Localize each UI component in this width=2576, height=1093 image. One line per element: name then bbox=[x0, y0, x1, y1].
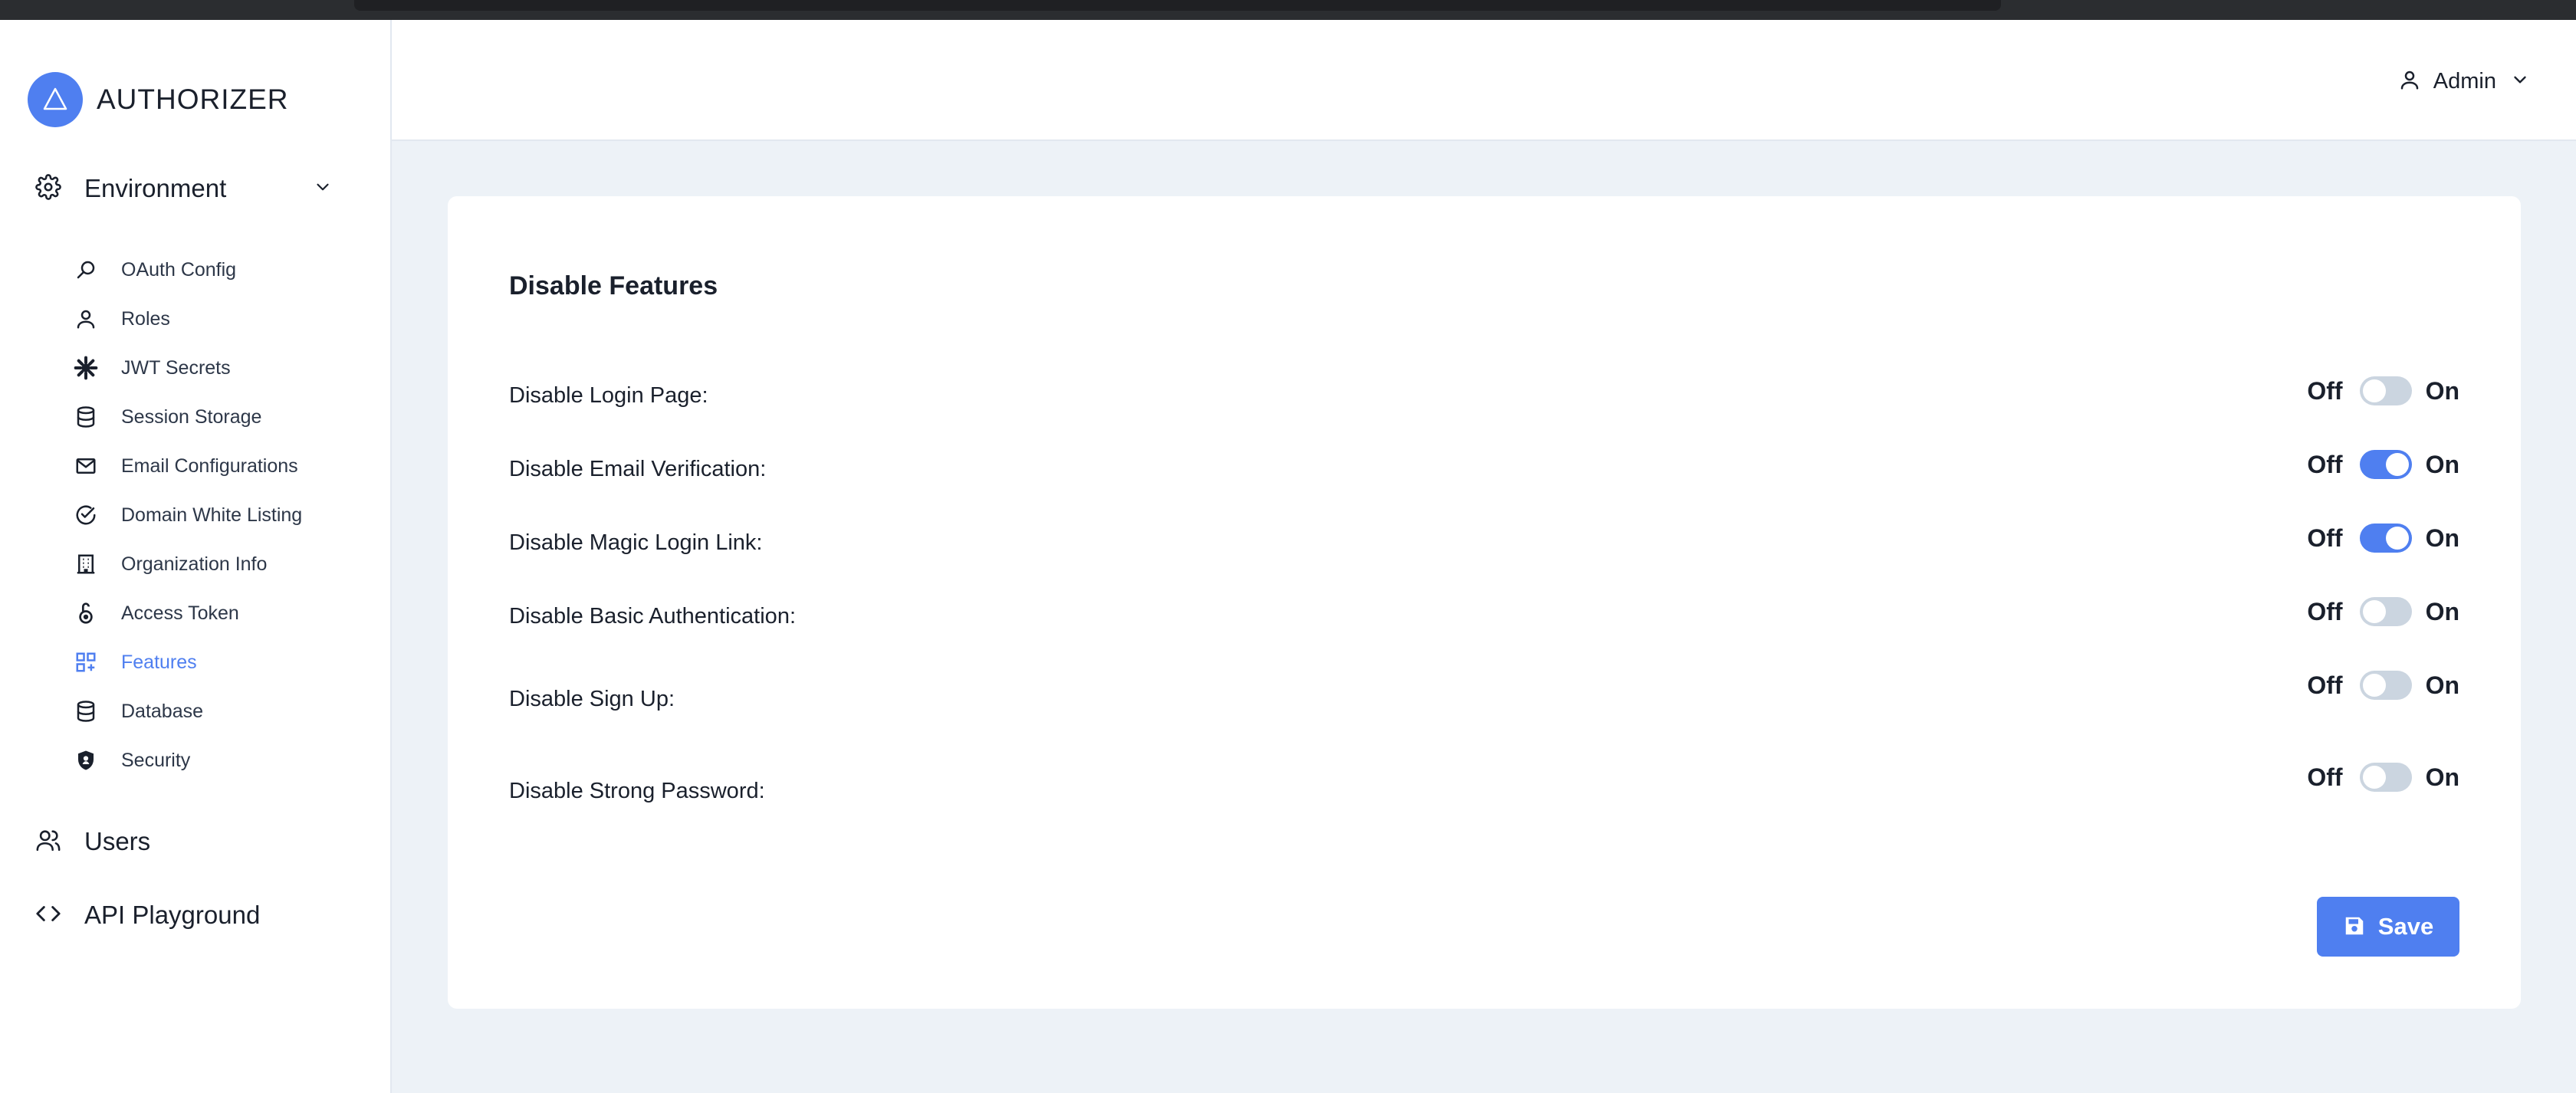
sidebar-item-label: OAuth Config bbox=[121, 258, 237, 281]
sidebar-item-email-configurations[interactable]: Email Configurations bbox=[72, 449, 379, 483]
off-label: Off bbox=[2307, 763, 2343, 791]
grid-plus-icon bbox=[72, 648, 100, 676]
on-label: On bbox=[2425, 524, 2459, 552]
asterisk-icon bbox=[72, 354, 100, 382]
chevron-down-icon bbox=[313, 177, 333, 201]
feature-label: Disable Login Page: bbox=[509, 383, 708, 408]
feature-row-disable-strong-password: Disable Strong Password: Off On bbox=[509, 760, 2459, 806]
disable-email-verification-toggle[interactable] bbox=[2359, 450, 2412, 479]
on-label: On bbox=[2425, 376, 2459, 405]
feature-row-disable-login-page: Disable Login Page: Off On bbox=[509, 374, 2459, 420]
sidebar-item-users[interactable]: Users bbox=[35, 822, 357, 862]
sidebar-item-label: Users bbox=[84, 827, 151, 855]
shield-icon bbox=[72, 747, 100, 774]
chevron-down-icon bbox=[2510, 70, 2530, 94]
feature-toggle-group: Off On bbox=[2307, 760, 2459, 794]
save-icon bbox=[2343, 914, 2366, 940]
sidebar-item-access-token[interactable]: Access Token bbox=[72, 596, 379, 630]
feature-label: Disable Sign Up: bbox=[509, 687, 675, 711]
feature-toggle-group: Off On bbox=[2307, 374, 2459, 408]
sidebar-item-label: Organization Info bbox=[121, 553, 268, 575]
sidebar-item-domain-white-listing[interactable]: Domain White Listing bbox=[72, 498, 379, 532]
sidebar-item-api-playground[interactable]: API Playground bbox=[35, 895, 357, 935]
feature-row-disable-magic-login-link: Disable Magic Login Link: Off On bbox=[509, 521, 2459, 567]
brand[interactable]: AUTHORIZER bbox=[28, 72, 289, 127]
top-header: Admin bbox=[392, 20, 2576, 141]
feature-toggle-group: Off On bbox=[2307, 668, 2459, 702]
key-icon bbox=[72, 599, 100, 627]
sidebar-item-organization-info[interactable]: Organization Info bbox=[72, 547, 379, 581]
on-label: On bbox=[2425, 671, 2459, 699]
off-label: Off bbox=[2307, 524, 2343, 552]
sidebar-item-security[interactable]: Security bbox=[72, 743, 379, 777]
sidebar-item-session-storage[interactable]: Session Storage bbox=[72, 400, 379, 434]
off-label: Off bbox=[2307, 597, 2343, 625]
sidebar-item-label: Access Token bbox=[121, 602, 239, 624]
gear-icon bbox=[35, 173, 61, 204]
sidebar-item-label: Domain White Listing bbox=[121, 504, 303, 526]
user-menu-button[interactable]: Admin bbox=[2398, 63, 2530, 100]
feature-toggle-group: Off On bbox=[2307, 448, 2459, 481]
database-icon bbox=[72, 403, 100, 431]
disable-sign-up-toggle[interactable] bbox=[2359, 671, 2412, 700]
users-icon bbox=[35, 827, 61, 857]
check-circle-icon bbox=[72, 501, 100, 529]
code-icon bbox=[35, 901, 61, 931]
feature-label: Disable Basic Authentication: bbox=[509, 604, 796, 629]
sidebar: AUTHORIZER Environment OAuth Config Role… bbox=[0, 20, 392, 1093]
sidebar-item-jwt-secrets[interactable]: JWT Secrets bbox=[72, 351, 379, 385]
disable-login-page-toggle[interactable] bbox=[2359, 376, 2412, 405]
browser-address-bar bbox=[354, 0, 2001, 11]
sidebar-item-roles[interactable]: Roles bbox=[72, 302, 379, 336]
sidebar-item-environment[interactable]: Environment bbox=[35, 170, 333, 207]
page-title: Disable Features bbox=[509, 271, 718, 300]
disable-magic-login-link-toggle[interactable] bbox=[2359, 524, 2412, 553]
mail-icon bbox=[72, 452, 100, 480]
feature-toggle-group: Off On bbox=[2307, 595, 2459, 629]
sidebar-item-label: Security bbox=[121, 749, 191, 771]
feature-row-disable-basic-authentication: Disable Basic Authentication: Off On bbox=[509, 595, 2459, 641]
feature-row-disable-sign-up: Disable Sign Up: Off On bbox=[509, 668, 2459, 714]
on-label: On bbox=[2425, 763, 2459, 791]
building-icon bbox=[72, 550, 100, 578]
disable-basic-authentication-toggle[interactable] bbox=[2359, 597, 2412, 626]
feature-label: Disable Email Verification: bbox=[509, 457, 767, 481]
sidebar-item-label: Session Storage bbox=[121, 405, 262, 428]
off-label: Off bbox=[2307, 376, 2343, 405]
sidebar-item-features[interactable]: Features bbox=[72, 645, 379, 679]
on-label: On bbox=[2425, 450, 2459, 478]
logo-icon bbox=[28, 72, 83, 127]
sidebar-item-oauth-config[interactable]: OAuth Config bbox=[72, 253, 379, 287]
browser-top-strip bbox=[0, 0, 2576, 20]
feature-toggle-group: Off On bbox=[2307, 521, 2459, 555]
sidebar-item-database[interactable]: Database bbox=[72, 694, 379, 728]
on-label: On bbox=[2425, 597, 2459, 625]
sidebar-item-label: API Playground bbox=[84, 901, 261, 929]
user-icon bbox=[72, 305, 100, 333]
off-label: Off bbox=[2307, 450, 2343, 478]
sidebar-item-label: Database bbox=[121, 700, 204, 722]
brand-name: AUTHORIZER bbox=[97, 84, 289, 115]
disable-strong-password-toggle[interactable] bbox=[2359, 763, 2412, 792]
sidebar-item-label: Features bbox=[121, 651, 197, 673]
features-card: Disable Features Disable Login Page: Off… bbox=[448, 196, 2521, 1009]
save-button[interactable]: Save bbox=[2317, 897, 2459, 957]
sidebar-item-label: Roles bbox=[121, 307, 170, 330]
search-icon bbox=[72, 256, 100, 284]
sidebar-item-label: JWT Secrets bbox=[121, 356, 231, 379]
database-icon bbox=[72, 697, 100, 725]
user-menu-label: Admin bbox=[2433, 68, 2496, 94]
save-button-label: Save bbox=[2377, 913, 2434, 940]
feature-row-disable-email-verification: Disable Email Verification: Off On bbox=[509, 448, 2459, 494]
feature-label: Disable Magic Login Link: bbox=[509, 530, 763, 555]
off-label: Off bbox=[2307, 671, 2343, 699]
sidebar-item-label: Email Configurations bbox=[121, 455, 298, 477]
feature-label: Disable Strong Password: bbox=[509, 779, 765, 803]
user-icon bbox=[2398, 68, 2421, 95]
sidebar-item-label: Environment bbox=[84, 174, 227, 202]
